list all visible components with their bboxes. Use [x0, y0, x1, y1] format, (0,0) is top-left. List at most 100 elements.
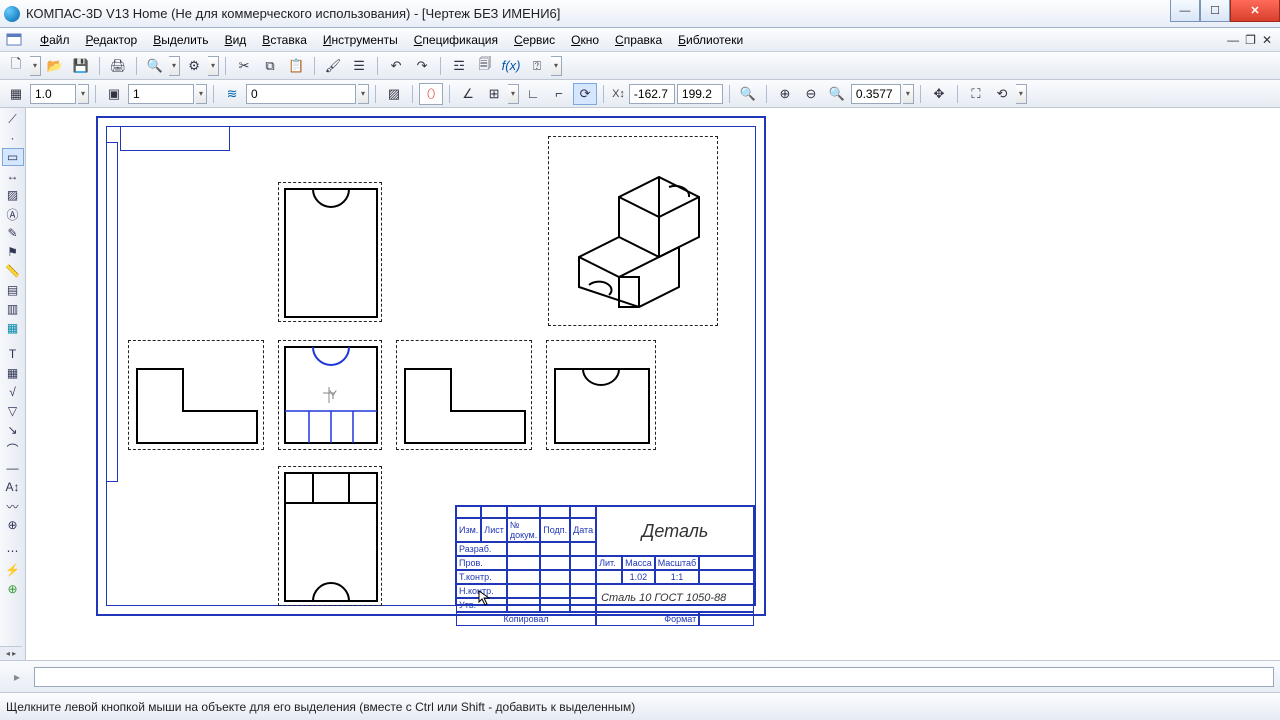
zoom-in-button[interactable]: ⊕: [773, 83, 797, 105]
child-minimize-icon[interactable]: —: [1227, 33, 1239, 47]
leader-tool[interactable]: ↘: [2, 421, 24, 439]
new-button[interactable]: 🗋: [4, 55, 28, 77]
view-isometric[interactable]: [548, 136, 718, 326]
menu-tools[interactable]: Инструменты: [315, 30, 406, 50]
view-3[interactable]: [396, 340, 532, 450]
grid-button[interactable]: ▦: [4, 83, 28, 105]
style-combo[interactable]: [246, 84, 356, 104]
dimension-tool[interactable]: ↔: [2, 167, 24, 185]
stop-button[interactable]: ▨: [382, 83, 406, 105]
auto-axis-tool[interactable]: A↕: [2, 478, 24, 496]
style-dropdown[interactable]: ▾: [358, 84, 369, 104]
wavy-tool[interactable]: 〰: [2, 497, 24, 515]
local-cs-button[interactable]: ∟: [521, 83, 545, 105]
format-painter-button[interactable]: 🖌: [321, 55, 345, 77]
hatch-tool[interactable]: ▨: [2, 186, 24, 204]
properties-button[interactable]: ☰: [347, 55, 371, 77]
new-dropdown[interactable]: ▾: [30, 56, 41, 76]
view-1[interactable]: [128, 340, 264, 450]
variables-button[interactable]: 🗐: [473, 55, 497, 77]
line-tool[interactable]: ―: [2, 459, 24, 477]
menu-editor[interactable]: Редактор: [78, 30, 146, 50]
spec-tool[interactable]: ▤: [2, 281, 24, 299]
ortho-angle-button[interactable]: ∠: [456, 83, 480, 105]
zoom-out-button[interactable]: ⊖: [799, 83, 823, 105]
zoom-window-button[interactable]: 🔍: [736, 83, 760, 105]
preview-button[interactable]: 🔍: [143, 55, 167, 77]
save-button[interactable]: 💾: [69, 55, 93, 77]
menu-libs[interactable]: Библиотеки: [670, 30, 751, 50]
panel-tabs[interactable]: ◂ ▸: [0, 646, 22, 660]
menu-window[interactable]: Окно: [563, 30, 607, 50]
coord-x-input[interactable]: [629, 84, 675, 104]
prop-arrow-icon[interactable]: ▸: [6, 668, 28, 686]
undo-button[interactable]: ↶: [384, 55, 408, 77]
add-tool[interactable]: ⊕: [2, 580, 24, 598]
fx-button[interactable]: f(x): [499, 55, 523, 77]
select-tool[interactable]: ▭: [2, 148, 24, 166]
minimize-button[interactable]: —: [1170, 0, 1200, 22]
arc-tool[interactable]: ⌒: [2, 440, 24, 458]
geometry-tool[interactable]: ⟋: [2, 110, 24, 128]
point-tool[interactable]: ·: [2, 129, 24, 147]
reports-tool[interactable]: ▥: [2, 300, 24, 318]
menu-select[interactable]: Выделить: [145, 30, 216, 50]
attributes-button[interactable]: ⚙: [182, 55, 206, 77]
manager-button[interactable]: ☲: [447, 55, 471, 77]
zoom-input[interactable]: [851, 84, 901, 104]
preview-dropdown[interactable]: ▾: [169, 56, 180, 76]
views-tool[interactable]: ▦: [2, 319, 24, 337]
maximize-button[interactable]: ☐: [1200, 0, 1230, 22]
copy-button[interactable]: ⧉: [258, 55, 282, 77]
edit-tool[interactable]: ✎: [2, 224, 24, 242]
linewidth-combo[interactable]: [30, 84, 76, 104]
open-button[interactable]: 📂: [43, 55, 67, 77]
menu-help[interactable]: Справка: [607, 30, 670, 50]
cut-button[interactable]: ✂: [232, 55, 256, 77]
whats-this-button[interactable]: ⍰: [525, 55, 549, 77]
base-tool[interactable]: ▽: [2, 402, 24, 420]
fit-button[interactable]: ⛶: [964, 83, 988, 105]
current-view-button[interactable]: ▣: [102, 83, 126, 105]
zoom-scale-button[interactable]: 🔍: [825, 83, 849, 105]
designation-tool[interactable]: Ⓐ: [2, 205, 24, 223]
toolbar-overflow[interactable]: ▾: [551, 56, 562, 76]
cond-tool[interactable]: ⋯: [2, 542, 24, 560]
close-button[interactable]: ✕: [1230, 0, 1280, 22]
linewidth-dropdown[interactable]: ▾: [78, 84, 89, 104]
view-4[interactable]: [546, 340, 656, 450]
toolbar2-overflow[interactable]: ▾: [1016, 84, 1027, 104]
snap-toggle-button[interactable]: ⬯: [419, 83, 443, 105]
menu-view[interactable]: Вид: [217, 30, 255, 50]
layer-combo[interactable]: [128, 84, 194, 104]
redo-button[interactable]: ↷: [410, 55, 434, 77]
menu-service[interactable]: Сервис: [506, 30, 563, 50]
zoom-dropdown[interactable]: ▾: [903, 84, 914, 104]
paste-button[interactable]: 📋: [284, 55, 308, 77]
roughness-tool[interactable]: √: [2, 383, 24, 401]
text-tool[interactable]: T: [2, 345, 24, 363]
drawing-canvas[interactable]: Y: [26, 108, 1280, 660]
coord-y-input[interactable]: [677, 84, 723, 104]
print-button[interactable]: 🖨: [106, 55, 130, 77]
ortho-button[interactable]: ⌐: [547, 83, 571, 105]
grid-snap-dropdown[interactable]: ▾: [508, 84, 519, 104]
menu-insert[interactable]: Вставка: [254, 30, 315, 50]
refresh-button[interactable]: ⟲: [990, 83, 1014, 105]
property-input[interactable]: [34, 667, 1274, 687]
macro-tool[interactable]: ⚡: [2, 561, 24, 579]
layer-dropdown[interactable]: ▾: [196, 84, 207, 104]
title-block[interactable]: Деталь Изм.Лист№ докум.Подп.Дата Разраб.…: [455, 505, 755, 605]
centerline-tool[interactable]: ⊕: [2, 516, 24, 534]
pan-button[interactable]: ✥: [927, 83, 951, 105]
child-restore-icon[interactable]: ❐: [1245, 33, 1256, 47]
measure-tool[interactable]: 📏: [2, 262, 24, 280]
menu-spec[interactable]: Спецификация: [406, 30, 506, 50]
table-tool[interactable]: ▦: [2, 364, 24, 382]
view-top[interactable]: [278, 182, 382, 322]
params-tool[interactable]: ⚑: [2, 243, 24, 261]
round-button[interactable]: ⟳: [573, 83, 597, 105]
layers-button[interactable]: ≋: [220, 83, 244, 105]
child-close-icon[interactable]: ✕: [1262, 33, 1272, 47]
grid-snap-button[interactable]: ⊞: [482, 83, 506, 105]
